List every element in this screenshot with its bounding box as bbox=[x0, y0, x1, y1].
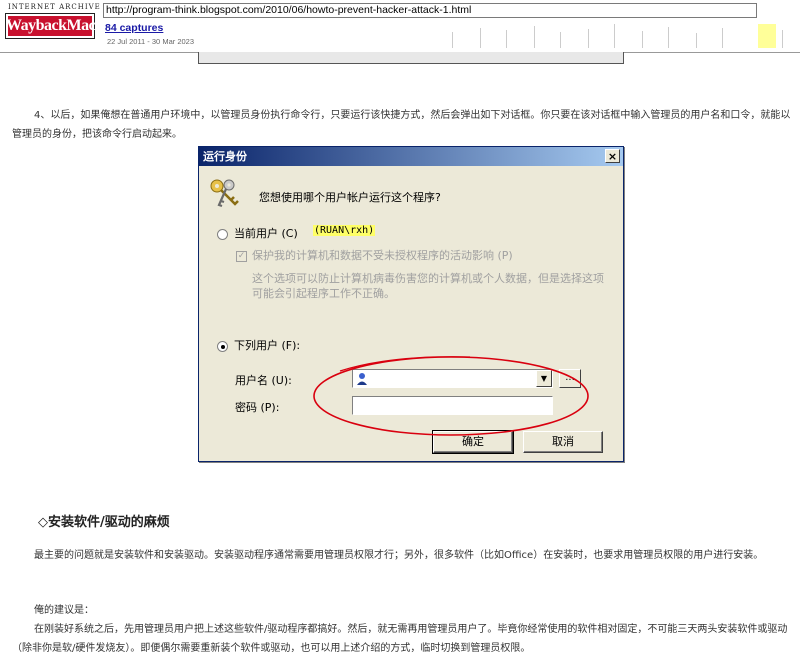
dialog-titlebar: 运行身份 × bbox=[199, 147, 623, 166]
following-user-radio[interactable] bbox=[217, 341, 228, 352]
protect-description: 这个选项可以防止计算机病毒伤害您的计算机或个人数据，但是选择这项可能会引起程序工… bbox=[252, 272, 604, 300]
keys-icon bbox=[210, 179, 239, 208]
current-user-account: (RUAN\rxh) bbox=[313, 225, 376, 236]
capture-date-range: 22 Jul 2011 - 30 Mar 2023 bbox=[107, 37, 195, 46]
wayback-logo[interactable]: INTERNET ARCHIVE WaybackMachine bbox=[6, 3, 123, 43]
close-button[interactable]: × bbox=[605, 149, 620, 163]
password-label: 密码 (P): bbox=[235, 401, 280, 414]
username-label: 用户名 (U): bbox=[235, 374, 292, 387]
previous-screenshot-edge bbox=[198, 52, 624, 64]
step-4-paragraph: 4、以后，如果俺想在普通用户环境中，以管理员身份执行命令行，只要运行该快捷方式，… bbox=[12, 110, 791, 140]
captures-link[interactable]: 84 captures bbox=[105, 22, 163, 34]
internet-archive-text: INTERNET ARCHIVE bbox=[8, 3, 101, 11]
advice-paragraph: 在刚装好系统之后，先用管理员用户把上述这些软件/驱动程序都搞好。然后，就无需再用… bbox=[12, 624, 788, 654]
dialog-title: 运行身份 bbox=[203, 150, 247, 163]
wayback-toolbar: INTERNET ARCHIVE WaybackMachine http://p… bbox=[0, 0, 800, 53]
advice-label: 俺的建议是： bbox=[34, 605, 94, 616]
current-user-label[interactable]: 当前用户 (C) bbox=[234, 225, 298, 241]
annotation-ellipse bbox=[313, 356, 589, 436]
wayback-machine-wordmark: WaybackMachine bbox=[6, 14, 123, 38]
protect-label: 保护我的计算机和数据不受未授权程序的活动影响 (P) bbox=[252, 249, 513, 262]
current-year-highlight bbox=[758, 24, 776, 48]
following-user-label[interactable]: 下列用户 (F): bbox=[234, 337, 300, 353]
current-user-radio[interactable] bbox=[217, 229, 228, 240]
wayback-url-field[interactable]: http://program-think.blogspot.com/2010/0… bbox=[103, 3, 757, 18]
protect-checkbox[interactable]: ✓ bbox=[236, 251, 247, 262]
capture-sparkline[interactable] bbox=[440, 20, 795, 48]
section-heading: ◇安装软件/驱动的麻烦 bbox=[38, 515, 170, 530]
dialog-question: 您想使用哪个用户帐户运行这个程序? bbox=[259, 191, 441, 204]
main-problem-paragraph: 最主要的问题就是安装软件和安装驱动。安装驱动程序通常需要用管理员权限才行；另外，… bbox=[34, 550, 764, 561]
